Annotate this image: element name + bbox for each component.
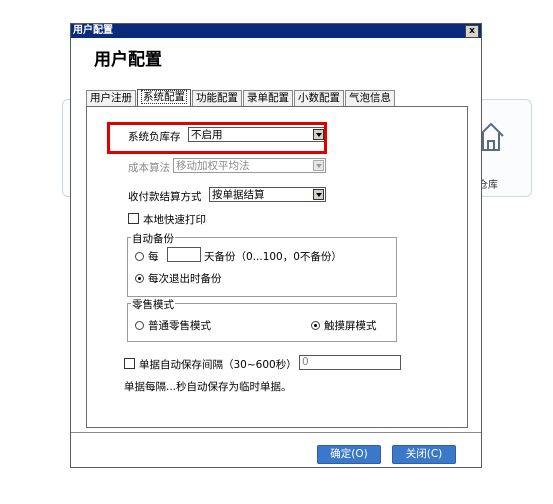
tab-bubble-info[interactable]: 气泡信息 [345, 90, 395, 106]
auto-backup-group: 自动备份 每 天备份（0...100，0不备份） 每次退出时备份 [127, 231, 397, 297]
tab-decimal-config[interactable]: 小数配置 [294, 90, 344, 106]
touch-screen-option[interactable]: 触摸屏模式 [311, 318, 377, 333]
autosave-interval-input[interactable]: 0 [299, 355, 401, 370]
touch-screen-label: 触摸屏模式 [324, 320, 377, 332]
backup-every-radio[interactable] [135, 252, 144, 261]
window-title: 用户配置 [73, 25, 113, 36]
tab-entry-config[interactable]: 录单配置 [243, 90, 293, 106]
backup-days-hint: 天备份（0...100，0不备份） [204, 251, 342, 263]
backup-on-exit-radio[interactable] [135, 274, 144, 283]
backup-on-exit-label: 每次退出时备份 [148, 273, 222, 285]
cost-algorithm-label: 成本算法 [128, 162, 170, 174]
local-print-label: 本地快速打印 [143, 214, 206, 226]
backup-days-input[interactable] [167, 247, 201, 262]
tab-user-registration[interactable]: 用户注册 [86, 90, 136, 106]
footer-divider [71, 432, 481, 433]
cost-algorithm-value: 移动加权平均法 [176, 160, 250, 172]
normal-retail-label: 普通零售模式 [148, 320, 211, 332]
system-config-panel: 系统负库存 不启用 成本算法 移动加权平均法 收付款结算方式 按单据结算 本地快… [86, 106, 468, 428]
tab-bar: 用户注册 系统配置 功能配置 录单配置 小数配置 气泡信息 [86, 89, 396, 107]
autosave-option[interactable]: 单据自动保存间隔（30~600秒） [124, 357, 297, 372]
backup-every-option[interactable]: 每 [135, 249, 159, 264]
payment-method-value: 按单据结算 [212, 189, 265, 201]
chevron-down-icon [313, 160, 324, 171]
backup-every-label: 每 [148, 251, 159, 263]
dialog-titlebar: 用户配置 x [71, 24, 481, 38]
tab-system-config[interactable]: 系统配置 [137, 89, 191, 107]
payment-method-label: 收付款结算方式 [128, 191, 202, 203]
payment-method-select[interactable]: 按单据结算 [209, 187, 326, 202]
auto-backup-title: 自动备份 [131, 231, 175, 246]
local-print-checkbox[interactable] [128, 213, 139, 224]
close-icon[interactable]: x [465, 25, 479, 38]
chevron-down-icon[interactable] [313, 189, 324, 200]
autosave-label: 单据自动保存间隔（30~600秒） [139, 359, 297, 371]
retail-mode-title: 零售模式 [131, 297, 175, 312]
normal-retail-option[interactable]: 普通零售模式 [135, 318, 211, 333]
autosave-note: 单据每隔...秒自动保存为临时单据。 [124, 381, 292, 393]
retail-mode-group: 零售模式 普通零售模式 触摸屏模式 [127, 297, 397, 342]
cost-algorithm-select: 移动加权平均法 [173, 158, 326, 173]
normal-retail-radio[interactable] [135, 321, 144, 330]
page-title: 用户配置 [94, 50, 162, 70]
tab-function-config[interactable]: 功能配置 [192, 90, 242, 106]
local-print-option[interactable]: 本地快速打印 [128, 212, 206, 227]
backup-on-exit-option[interactable]: 每次退出时备份 [135, 271, 222, 286]
close-button[interactable]: 关闭(C) [392, 445, 456, 464]
user-config-dialog: 用户配置 x 用户配置 用户注册 系统配置 功能配置 录单配置 小数配置 气泡信… [70, 23, 482, 468]
touch-screen-radio[interactable] [311, 321, 320, 330]
ok-button[interactable]: 确定(O) [317, 445, 381, 464]
highlight-box [107, 122, 327, 154]
autosave-checkbox[interactable] [124, 358, 135, 369]
